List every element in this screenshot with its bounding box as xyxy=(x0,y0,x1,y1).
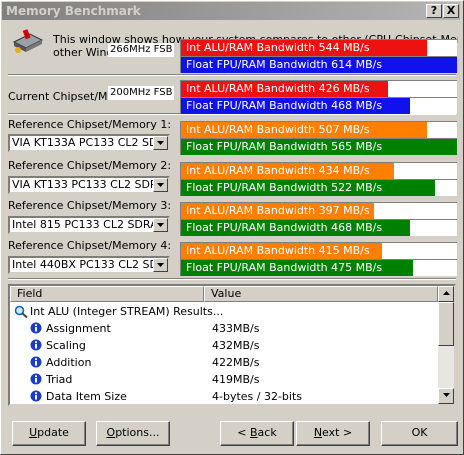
reference-select-1-value: VIA KT133A PC133 CL2 SDRAM xyxy=(12,136,156,149)
row-label-current: Current Chipset/Memory: xyxy=(8,90,108,103)
list-item-field: Addition xyxy=(46,356,92,369)
list-item-value: 4-bytes / 32-bits xyxy=(212,390,303,403)
separator xyxy=(8,278,456,280)
dropdown-arrow-icon[interactable] xyxy=(153,218,168,232)
row-label-ref-1: Reference Chipset/Memory 1: xyxy=(8,118,172,131)
info-icon xyxy=(30,356,42,368)
row-label-ref-2: Reference Chipset/Memory 2: xyxy=(8,159,172,172)
list-item-field: Assignment xyxy=(46,322,111,335)
update-button[interactable]: Update xyxy=(12,421,86,446)
list-item-value: 433MB/s xyxy=(212,322,260,335)
info-icon xyxy=(30,339,42,351)
memory-chip-icon xyxy=(10,28,44,58)
list-item[interactable]: Data Item Size 4-bytes / 32-bits xyxy=(10,388,440,404)
float-bandwidth-bar: Float FPU/RAM Bandwidth 475 MB/s xyxy=(180,259,457,276)
help-button[interactable]: ? xyxy=(426,4,442,18)
int-bandwidth-bar: Int ALU/RAM Bandwidth 507 MB/s xyxy=(180,121,457,138)
int-bandwidth-bar: Int ALU/RAM Bandwidth 415 MB/s xyxy=(180,242,457,259)
list-item[interactable]: Scaling 432MB/s xyxy=(10,337,440,354)
float-bandwidth-bar: Float FPU/RAM Bandwidth 565 MB/s xyxy=(180,138,457,155)
reference-select-4[interactable]: Intel 440BX PC133 CL2 SDRAM xyxy=(8,256,170,274)
options-button[interactable]: Options... xyxy=(96,421,170,446)
row-label-ref-4: Reference Chipset/Memory 4: xyxy=(8,239,172,252)
dropdown-arrow-icon[interactable] xyxy=(153,178,168,192)
list-item-field: Scaling xyxy=(46,339,86,352)
list-item-field: Int ALU (Integer STREAM) Results... xyxy=(30,305,224,318)
list-item-value: 422MB/s xyxy=(212,356,260,369)
list-item[interactable]: Assignment 433MB/s xyxy=(10,320,440,337)
row-label-ref-3: Reference Chipset/Memory 3: xyxy=(8,199,172,212)
back-button[interactable]: < Back xyxy=(220,421,294,446)
list-item[interactable]: Int ALU (Integer STREAM) Results... xyxy=(10,303,440,320)
separator xyxy=(8,74,456,76)
list-item[interactable]: Addition 422MB/s xyxy=(10,354,440,371)
float-bandwidth-bar: Float FPU/RAM Bandwidth 468 MB/s xyxy=(180,97,457,114)
scroll-down-icon[interactable] xyxy=(438,388,454,404)
reference-select-2-value: VIA KT133 PC133 CL2 SDRAM xyxy=(12,178,156,191)
window-title: Memory Benchmark xyxy=(6,4,141,18)
ok-button[interactable]: OK xyxy=(381,421,458,446)
float-bandwidth-bar: Float FPU/RAM Bandwidth 468 MB/s xyxy=(180,219,457,236)
info-icon xyxy=(30,322,42,334)
column-header-field[interactable]: Field xyxy=(10,286,204,302)
int-bandwidth-bar: Int ALU/RAM Bandwidth 544 MB/s xyxy=(180,39,457,56)
info-icon xyxy=(30,390,42,402)
reference-select-2[interactable]: VIA KT133 PC133 CL2 SDRAM xyxy=(8,176,170,194)
column-header-value[interactable]: Value xyxy=(204,286,438,302)
scroll-up-icon[interactable] xyxy=(438,286,454,302)
list-item-value: 432MB/s xyxy=(212,339,260,352)
list-item-field: Data Item Size xyxy=(46,390,127,403)
fsb-label-current: 200MHz FSB xyxy=(108,86,174,100)
dropdown-arrow-icon[interactable] xyxy=(153,258,168,272)
intro-line-2: other Windows systems xyxy=(53,46,109,59)
fsb-label-system: 266MHz FSB xyxy=(108,43,174,57)
list-item-value: 419MB/s xyxy=(212,373,260,386)
dropdown-arrow-icon[interactable] xyxy=(153,136,168,150)
reference-select-4-value: Intel 440BX PC133 CL2 SDRAM xyxy=(12,258,156,271)
float-bandwidth-bar: Float FPU/RAM Bandwidth 614 MB/s xyxy=(180,56,457,73)
float-bandwidth-bar: Float FPU/RAM Bandwidth 522 MB/s xyxy=(180,179,457,196)
int-bandwidth-bar: Int ALU/RAM Bandwidth 397 MB/s xyxy=(180,202,457,219)
int-bandwidth-bar: Int ALU/RAM Bandwidth 434 MB/s xyxy=(180,162,457,179)
int-bandwidth-bar: Int ALU/RAM Bandwidth 426 MB/s xyxy=(180,80,457,97)
reference-select-3-value: Intel 815 PC133 CL2 SDRAM xyxy=(12,218,156,231)
results-list[interactable]: Field Value Int ALU (Integer STREAM) Res… xyxy=(8,284,456,406)
info-icon xyxy=(30,373,42,385)
vertical-scrollbar[interactable] xyxy=(438,286,454,404)
reference-select-3[interactable]: Intel 815 PC133 CL2 SDRAM xyxy=(8,216,170,234)
next-button[interactable]: Next > xyxy=(296,421,370,446)
close-button[interactable]: X xyxy=(443,4,459,18)
list-item-field: Triad xyxy=(46,373,73,386)
list-item[interactable]: Triad 419MB/s xyxy=(10,371,440,388)
reference-select-1[interactable]: VIA KT133A PC133 CL2 SDRAM xyxy=(8,134,170,152)
scroll-thumb[interactable] xyxy=(438,302,454,346)
title-bar: Memory Benchmark xyxy=(2,2,460,20)
